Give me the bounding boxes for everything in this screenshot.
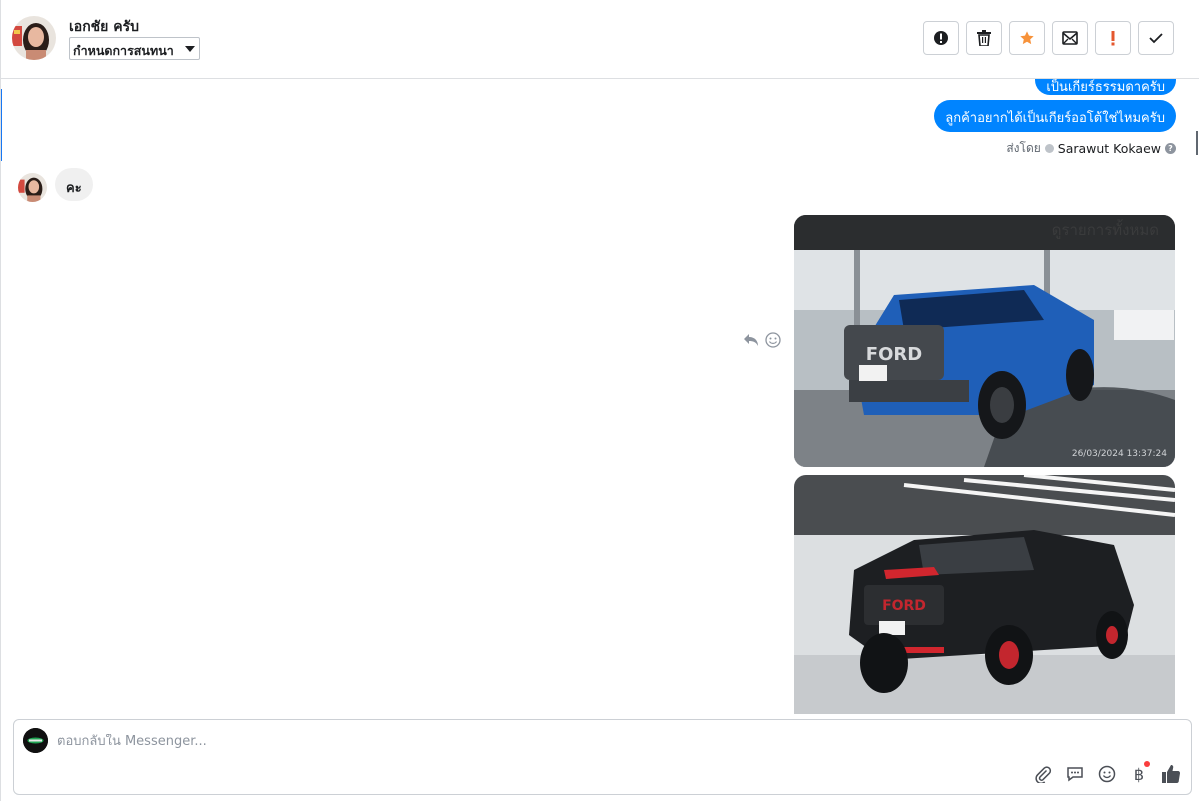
done-check-icon: [1149, 33, 1163, 44]
trash-icon: [977, 30, 991, 46]
attach-button[interactable]: [1033, 764, 1053, 784]
mark-done-button[interactable]: [1138, 21, 1174, 55]
follow-up-button[interactable]: [1095, 21, 1131, 55]
blue-truck-photo: FORD: [794, 250, 1175, 467]
follow-up-icon: [1111, 31, 1115, 46]
baht-icon: ฿: [1133, 764, 1145, 784]
paperclip-icon: [1035, 766, 1052, 783]
help-icon[interactable]: ?: [1165, 143, 1176, 154]
star-button[interactable]: [1009, 21, 1045, 55]
delete-button[interactable]: [966, 21, 1002, 55]
reply-input[interactable]: [57, 734, 957, 749]
svg-text:FORD: FORD: [866, 344, 922, 365]
black-truck-photo: FORD: [794, 475, 1175, 714]
scrollbar[interactable]: [1196, 131, 1198, 155]
emoji-icon: [1098, 765, 1116, 783]
mark-spam-button[interactable]: [923, 21, 959, 55]
mark-unread-icon: [1062, 31, 1078, 45]
outgoing-message[interactable]: เป็นเกียร์ธรรมดาครับ: [1035, 79, 1176, 95]
reply-icon[interactable]: [743, 333, 759, 347]
sent-by-name[interactable]: Sarawut Kokaew: [1058, 141, 1161, 156]
conversation-label-select[interactable]: กำหนดการสนทนา: [69, 37, 200, 60]
react-emoji-icon[interactable]: [765, 332, 781, 348]
emoji-button[interactable]: [1097, 764, 1117, 784]
messenger-inbox: เอกชัย ครับ กำหนดการสนทนา เป็นเกียร์ธรรม…: [0, 0, 1199, 801]
image-attachment[interactable]: ดูรายการทั้งหมด FORD 26/03/2024 13:37:24: [794, 215, 1175, 467]
like-button[interactable]: [1161, 764, 1181, 784]
notification-dot: [1144, 761, 1150, 767]
sent-by-prefix: ส่งโดย: [1006, 141, 1041, 155]
message-hover-actions: [743, 332, 781, 348]
reply-composer: ฿: [13, 719, 1192, 795]
outgoing-message[interactable]: ลูกค้าอยากได้เป็นเกียร์ออโต้ใช่ไหมครับ: [934, 100, 1176, 132]
view-all-link[interactable]: ดูรายการทั้งหมด: [1052, 218, 1159, 242]
composer-toolbar: ฿: [1033, 761, 1181, 784]
thumbs-up-icon: [1162, 765, 1181, 783]
conversation-toolbar: [923, 21, 1174, 55]
sent-by-line: ส่งโดย Sarawut Kokaew ?: [1006, 139, 1176, 158]
mark-unread-button[interactable]: [1052, 21, 1088, 55]
svg-text:FORD: FORD: [882, 598, 926, 614]
conversation-header: เอกชัย ครับ กำหนดการสนทนา: [1, 0, 1199, 79]
contact-name[interactable]: เอกชัย ครับ: [69, 16, 139, 38]
photo-timestamp: 26/03/2024 13:37:24: [1071, 449, 1167, 459]
incoming-message[interactable]: คะ: [55, 168, 93, 201]
spam-icon: [934, 31, 948, 45]
contact-avatar[interactable]: [12, 16, 56, 60]
card-banner: ดูรายการทั้งหมด: [794, 215, 1175, 250]
selected-indicator: [1, 89, 2, 161]
image-attachment[interactable]: FORD: [794, 475, 1175, 714]
label-select-value: กำหนดการสนทนา: [73, 43, 174, 58]
star-icon: [1020, 31, 1034, 45]
saved-replies-button[interactable]: [1065, 764, 1085, 784]
verified-icon: [1044, 144, 1054, 153]
page-avatar: [23, 728, 48, 753]
payment-button[interactable]: ฿: [1129, 761, 1150, 784]
message-thread[interactable]: เป็นเกียร์ธรรมดาครับ ลูกค้าอยากได้เป็นเก…: [1, 79, 1199, 714]
chat-bubble-icon: [1067, 767, 1083, 782]
chevron-down-icon: [185, 46, 195, 52]
contact-avatar-small[interactable]: [18, 173, 47, 202]
